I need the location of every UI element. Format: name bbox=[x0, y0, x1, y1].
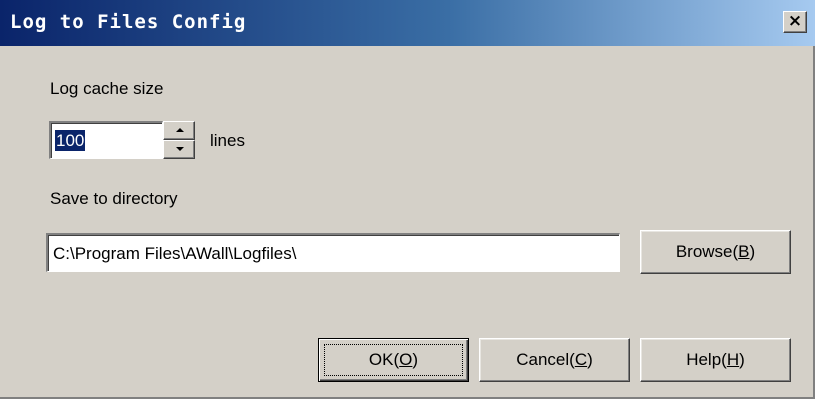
title-bar[interactable]: Log to Files Config × bbox=[0, 0, 815, 46]
log-cache-size-label: Log cache size bbox=[50, 79, 164, 98]
log-cache-size-input[interactable]: 100 bbox=[49, 121, 163, 159]
lines-unit-label: lines bbox=[210, 131, 245, 150]
close-icon: × bbox=[787, 11, 803, 31]
spin-up-button[interactable] bbox=[163, 121, 195, 140]
log-cache-size-value: 100 bbox=[55, 130, 86, 151]
window-title: Log to Files Config bbox=[10, 11, 247, 33]
cancel-button-label: Cancel(C) bbox=[516, 350, 593, 369]
save-directory-input[interactable]: C:\Program Files\AWall\Logfiles\ bbox=[46, 233, 620, 272]
cancel-button[interactable]: Cancel(C) bbox=[479, 338, 630, 382]
log-cache-size-spinner bbox=[163, 121, 195, 159]
browse-button[interactable]: Browse(B) bbox=[640, 230, 791, 274]
dialog-window: Log to Files Config × Log cache size 100… bbox=[0, 0, 815, 399]
arrow-down-icon bbox=[176, 147, 184, 151]
arrow-up-icon bbox=[176, 128, 184, 132]
help-button-label: Help(H) bbox=[686, 350, 745, 369]
save-directory-label: Save to directory bbox=[50, 189, 178, 208]
ok-button-label: OK(O) bbox=[368, 350, 419, 369]
browse-button-label: Browse(B) bbox=[675, 242, 756, 261]
spin-down-button[interactable] bbox=[163, 140, 195, 159]
ok-button[interactable]: OK(O) bbox=[318, 338, 469, 382]
save-directory-value: C:\Program Files\AWall\Logfiles\ bbox=[53, 244, 297, 263]
help-button[interactable]: Help(H) bbox=[640, 338, 791, 382]
close-button[interactable]: × bbox=[783, 11, 807, 33]
